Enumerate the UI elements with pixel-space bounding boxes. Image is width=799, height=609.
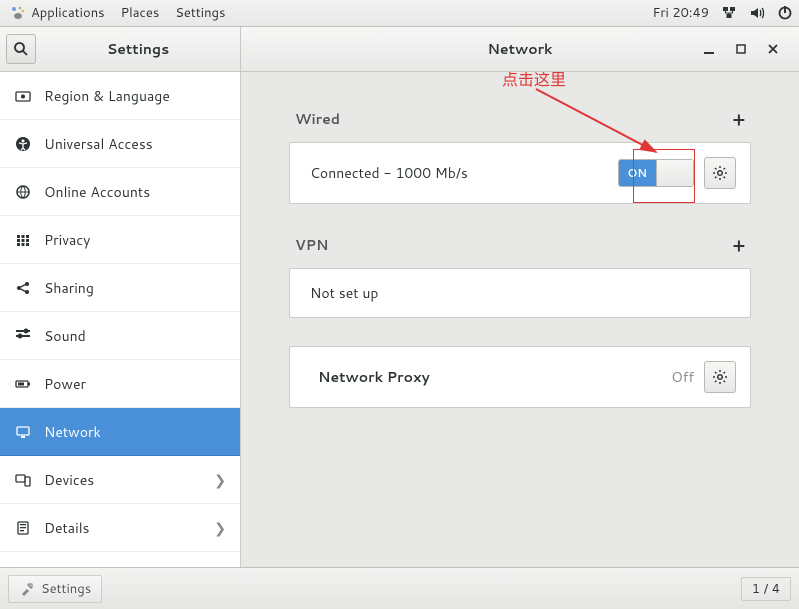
wired-toggle[interactable]: ON	[618, 159, 694, 187]
sidebar-item-label: Universal Access	[44, 134, 153, 154]
search-button[interactable]	[6, 34, 36, 64]
main-content: 点击这里 Wired + Connected - 1000 Mb/s ON	[241, 72, 799, 567]
annotation-label: 点击这里	[502, 72, 566, 90]
page-title: Network	[487, 39, 552, 59]
taskbar-app-label: Settings	[41, 580, 91, 598]
sidebar-item-power[interactable]: Power	[0, 360, 240, 408]
sidebar-item-online-accounts[interactable]: Online Accounts	[0, 168, 240, 216]
vpn-section-header: VPN +	[289, 232, 751, 268]
devices-icon	[14, 471, 32, 489]
region-icon	[14, 87, 32, 105]
privacy-icon	[14, 231, 32, 249]
proxy-settings-button[interactable]	[704, 361, 736, 393]
chevron-right-icon: ❯	[214, 518, 226, 538]
sidebar-item-details[interactable]: Details ❯	[0, 504, 240, 552]
close-button[interactable]	[765, 41, 781, 57]
applications-menu[interactable]: Applications	[10, 4, 105, 22]
sharing-icon	[14, 279, 32, 297]
chevron-right-icon: ❯	[214, 470, 226, 490]
sidebar-item-label: Network	[44, 422, 101, 442]
wired-connection-status: Connected - 1000 Mb/s	[304, 163, 608, 183]
sidebar-item-privacy[interactable]: Privacy	[0, 216, 240, 264]
wired-connection-card: Connected - 1000 Mb/s ON	[289, 142, 751, 204]
taskbar: Settings 1 / 4	[0, 567, 799, 609]
wired-settings-button[interactable]	[704, 157, 736, 189]
sound-icon	[14, 327, 32, 345]
settings-window: Settings Network Region & Language Unive…	[0, 27, 799, 567]
gear-icon	[712, 369, 728, 385]
sidebar-item-label: Power	[44, 374, 86, 394]
network-status-icon[interactable]	[721, 5, 737, 21]
headerbar: Settings Network	[0, 27, 799, 72]
sidebar-item-label: Sound	[44, 326, 86, 346]
maximize-button[interactable]	[733, 41, 749, 57]
power-icon[interactable]	[777, 5, 793, 21]
sidebar-item-label: Privacy	[44, 230, 90, 250]
settings-wrench-icon	[19, 581, 35, 597]
search-icon	[13, 41, 29, 57]
sidebar: Region & Language Universal Access Onlin…	[0, 72, 241, 567]
vpn-add-button[interactable]: +	[733, 232, 745, 258]
details-icon	[14, 519, 32, 537]
sidebar-item-devices[interactable]: Devices ❯	[0, 456, 240, 504]
sidebar-item-label: Region & Language	[44, 86, 170, 106]
proxy-label: Network Proxy	[304, 367, 430, 387]
applications-label: Applications	[31, 4, 105, 22]
minimize-button[interactable]	[701, 41, 717, 57]
wired-section-header: Wired +	[289, 106, 751, 142]
network-proxy-card: Network Proxy Off	[289, 346, 751, 408]
proxy-state: Off	[671, 367, 694, 387]
workspace-indicator[interactable]: 1 / 4	[741, 577, 791, 601]
accessibility-icon	[14, 135, 32, 153]
toggle-on-label: ON	[619, 160, 657, 186]
sidebar-item-label: Devices	[44, 470, 94, 490]
sidebar-item-region-language[interactable]: Region & Language	[0, 72, 240, 120]
taskbar-app-settings[interactable]: Settings	[8, 575, 102, 603]
wired-add-button[interactable]: +	[733, 106, 745, 132]
network-icon	[14, 423, 32, 441]
vpn-card: Not set up	[289, 268, 751, 318]
vpn-status: Not set up	[304, 283, 736, 303]
sidebar-item-label: Details	[44, 518, 90, 538]
toggle-off-side	[657, 160, 694, 186]
sidebar-item-network[interactable]: Network	[0, 408, 240, 456]
sidebar-item-sharing[interactable]: Sharing	[0, 264, 240, 312]
sidebar-item-universal-access[interactable]: Universal Access	[0, 120, 240, 168]
gnome-foot-icon	[10, 5, 26, 21]
volume-icon[interactable]	[749, 5, 765, 21]
power-battery-icon	[14, 375, 32, 393]
sidebar-item-label: Sharing	[44, 278, 94, 298]
gear-icon	[712, 165, 728, 181]
sidebar-item-sound[interactable]: Sound	[0, 312, 240, 360]
top-panel: Applications Places Settings Fri 20:49	[0, 0, 799, 27]
wired-section-title: Wired	[295, 109, 340, 129]
vpn-section-title: VPN	[295, 235, 328, 255]
online-accounts-icon	[14, 183, 32, 201]
clock[interactable]: Fri 20:49	[652, 4, 709, 22]
settings-menu[interactable]: Settings	[175, 4, 225, 22]
sidebar-item-label: Online Accounts	[44, 182, 150, 202]
app-title: Settings	[42, 39, 234, 59]
places-menu[interactable]: Places	[121, 4, 160, 22]
